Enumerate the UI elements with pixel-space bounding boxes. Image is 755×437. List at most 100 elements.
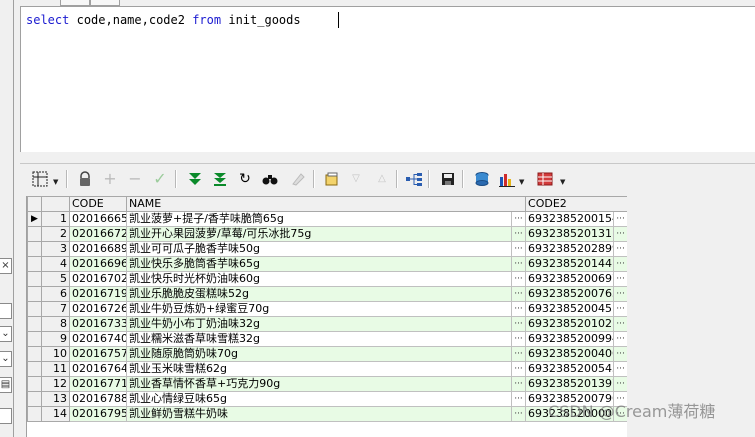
table-row[interactable]: 4 02016696 凯业快乐多脆筒香芋味65g ··· 6932385201441 ··…: [27, 256, 627, 272]
delete-record-icon[interactable]: −: [125, 169, 145, 189]
cell-edit-button[interactable]: ···: [510, 226, 527, 242]
cell-name[interactable]: 凯业糯米滋香草味雪糕32g: [126, 331, 512, 347]
row-indicator[interactable]: [27, 316, 42, 332]
table-row[interactable]: 9 02016740 凯业糯米滋香草味雪糕32g ··· 6932385200994 ··…: [27, 331, 627, 347]
cell-name[interactable]: 凯业快乐多脆筒香芋味65g: [126, 256, 512, 272]
column-header-code2[interactable]: CODE2: [525, 196, 627, 212]
row-number[interactable]: 13: [41, 391, 70, 407]
cell-code2[interactable]: 6932385201397: [525, 376, 615, 392]
table-row[interactable]: 2 02016672 凯业开心果园菠萝/草莓/可乐冰批75g ··· 693238520…: [27, 226, 627, 242]
row-indicator[interactable]: [27, 331, 42, 347]
grid-view-icon[interactable]: [30, 169, 50, 189]
table-row[interactable]: 14 02016795 凯业鲜奶雪糕牛奶味 ··· 6932385200000 ···: [27, 406, 627, 422]
cell-code2[interactable]: 6932385200697: [525, 271, 615, 287]
editor-grid-splitter[interactable]: [20, 152, 755, 164]
cell-code[interactable]: 02016672: [69, 226, 127, 242]
chevron-down-icon[interactable]: ⌄: [0, 326, 12, 342]
cell-edit-button[interactable]: ···: [510, 271, 527, 287]
cell-code[interactable]: 02016795: [69, 406, 127, 422]
row-indicator[interactable]: [27, 286, 42, 302]
chart-icon[interactable]: [497, 169, 517, 189]
cell-code2[interactable]: 6932385200765: [525, 286, 615, 302]
cell-code2[interactable]: 6932385200994: [525, 331, 615, 347]
cell-edit-button[interactable]: ···: [613, 226, 627, 242]
row-indicator[interactable]: [27, 271, 42, 287]
row-number[interactable]: 7: [41, 301, 70, 317]
cell-name[interactable]: 凯业开心果园菠萝/草莓/可乐冰批75g: [126, 226, 512, 242]
cell-code[interactable]: 02016702: [69, 271, 127, 287]
cell-edit-button[interactable]: ···: [613, 301, 627, 317]
row-number[interactable]: 5: [41, 271, 70, 287]
lock-icon[interactable]: [75, 169, 95, 189]
cell-edit-button[interactable]: ···: [510, 331, 527, 347]
row-indicator[interactable]: [27, 376, 42, 392]
table-row[interactable]: 7 02016726 凯业牛奶豆炼奶+绿蜜豆70g ··· 6932385200451 ·…: [27, 301, 627, 317]
cell-edit-button[interactable]: ···: [510, 391, 527, 407]
clear-icon[interactable]: [288, 169, 308, 189]
cell-code[interactable]: 02016719: [69, 286, 127, 302]
tree-view-icon[interactable]: [404, 169, 424, 189]
fetch-next-icon[interactable]: [185, 169, 205, 189]
cell-name[interactable]: 凯业心情绿豆味65g: [126, 391, 512, 407]
cell-edit-button[interactable]: ···: [613, 316, 627, 332]
row-indicator[interactable]: ▶: [27, 211, 42, 227]
table-row[interactable]: 5 02016702 凯业快乐时光杯奶油味60g ··· 6932385200697 ··…: [27, 271, 627, 287]
cell-code[interactable]: 02016757: [69, 346, 127, 362]
cell-code2[interactable]: 6932385200451: [525, 301, 615, 317]
table-row[interactable]: ▶ 1 02016665 凯业菠萝+提子/香芋味脆筒65g ··· 69323852001…: [27, 211, 627, 227]
row-number[interactable]: 3: [41, 241, 70, 257]
row-number[interactable]: 14: [41, 406, 70, 422]
cell-edit-button[interactable]: ···: [613, 361, 627, 377]
side-field[interactable]: [0, 303, 12, 319]
cell-edit-button[interactable]: ···: [510, 406, 527, 422]
export-icon[interactable]: [472, 169, 492, 189]
table-row[interactable]: 12 02016771 凯业香草情怀香草+巧克力90g ··· 693238520139…: [27, 376, 627, 392]
table-row[interactable]: 11 02016764 凯业玉米味雪糕62g ··· 6932385200543 ···: [27, 361, 627, 377]
find-icon[interactable]: [260, 169, 280, 189]
chevron-down-icon-table[interactable]: ▼: [560, 178, 565, 186]
close-icon[interactable]: ×: [0, 258, 12, 274]
cell-code2[interactable]: 6932385201311: [525, 226, 615, 242]
table-row[interactable]: 3 02016689 凯业可可瓜子脆香芋味50g ··· 6932385202899 ··…: [27, 241, 627, 257]
cell-edit-button[interactable]: ···: [510, 361, 527, 377]
cell-code[interactable]: 02016733: [69, 316, 127, 332]
row-number[interactable]: 12: [41, 376, 70, 392]
cell-code[interactable]: 02016726: [69, 301, 127, 317]
sort-ascending-icon[interactable]: △: [372, 169, 392, 189]
cell-name[interactable]: 凯业牛奶小布丁奶油味32g: [126, 316, 512, 332]
row-indicator[interactable]: [27, 361, 42, 377]
cell-edit-button[interactable]: ···: [613, 241, 627, 257]
cell-edit-button[interactable]: ···: [613, 376, 627, 392]
cell-name[interactable]: 凯业可可瓜子脆香芋味50g: [126, 241, 512, 257]
cell-name[interactable]: 凯业快乐时光杯奶油味60g: [126, 271, 512, 287]
post-icon[interactable]: ✓: [150, 169, 170, 189]
table-options-icon[interactable]: [535, 169, 555, 189]
cell-edit-button[interactable]: ···: [510, 316, 527, 332]
add-record-icon[interactable]: +: [100, 169, 120, 189]
cell-edit-button[interactable]: ···: [613, 331, 627, 347]
cell-edit-button[interactable]: ···: [613, 286, 627, 302]
chevron-down-icon-2[interactable]: ⌄: [0, 351, 12, 367]
row-number[interactable]: 4: [41, 256, 70, 272]
cell-code[interactable]: 02016771: [69, 376, 127, 392]
cell-code[interactable]: 02016665: [69, 211, 127, 227]
cell-edit-button[interactable]: ···: [510, 286, 527, 302]
row-indicator[interactable]: [27, 406, 42, 422]
chevron-down-icon[interactable]: ▼: [53, 178, 58, 186]
save-icon[interactable]: [438, 169, 458, 189]
cell-edit-button[interactable]: ···: [613, 346, 627, 362]
table-row[interactable]: 10 02016757 凯业随原脆筒奶味70g ··· 6932385200406 ···: [27, 346, 627, 362]
cell-edit-button[interactable]: ···: [613, 256, 627, 272]
table-row[interactable]: 8 02016733 凯业牛奶小布丁奶油味32g ··· 6932385201021 ··…: [27, 316, 627, 332]
cell-edit-button[interactable]: ···: [613, 211, 627, 227]
cell-edit-button[interactable]: ···: [510, 376, 527, 392]
row-number[interactable]: 6: [41, 286, 70, 302]
cell-edit-button[interactable]: ···: [510, 346, 527, 362]
query-by-example-icon[interactable]: [322, 169, 342, 189]
row-indicator[interactable]: [27, 226, 42, 242]
column-header-name[interactable]: NAME: [125, 196, 527, 212]
row-number[interactable]: 11: [41, 361, 70, 377]
cell-name[interactable]: 凯业乐脆脆皮蛋糕味52g: [126, 286, 512, 302]
cell-name[interactable]: 凯业香草情怀香草+巧克力90g: [126, 376, 512, 392]
cell-edit-button[interactable]: ···: [613, 271, 627, 287]
